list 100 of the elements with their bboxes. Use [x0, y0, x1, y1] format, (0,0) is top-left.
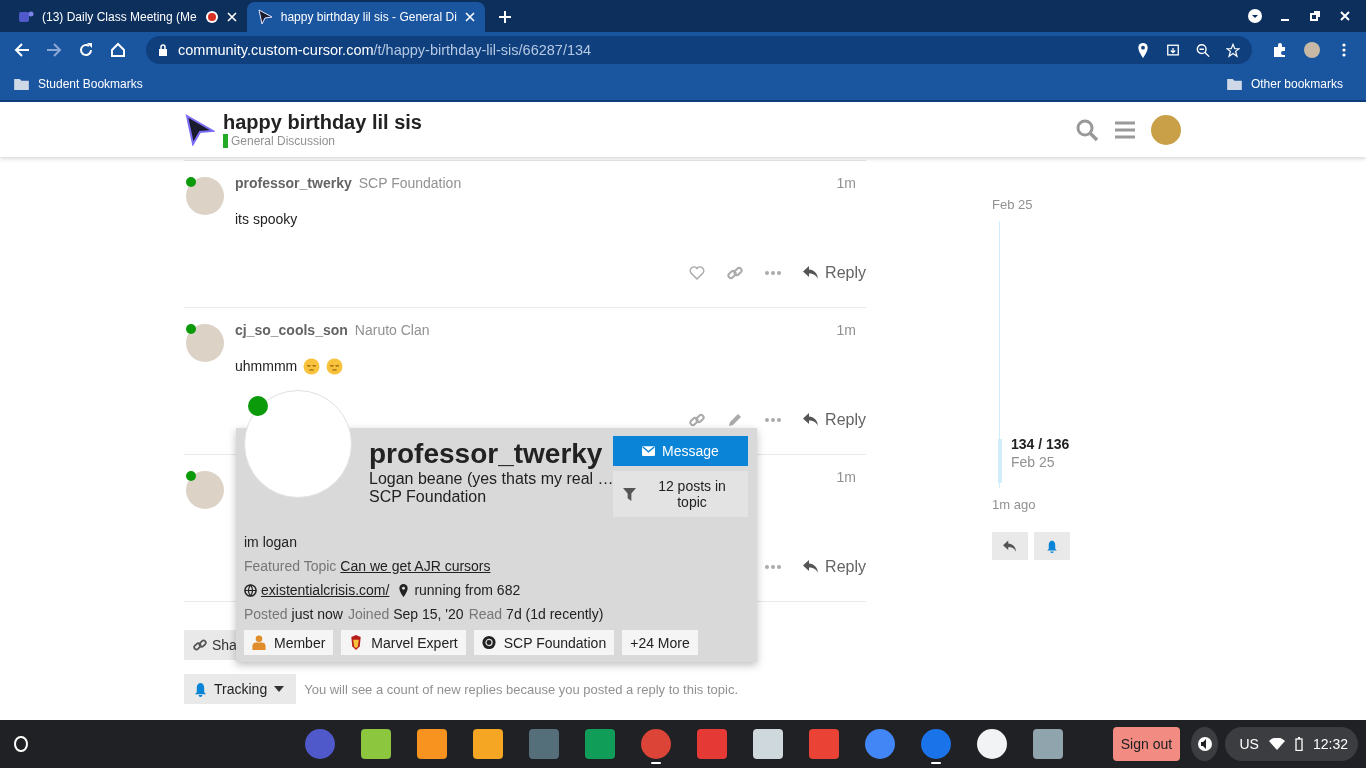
address-bar[interactable]: community.custom-cursor.com/t/happy-birthday-lil-sis/66287/134	[146, 36, 1252, 64]
reply-icon	[803, 413, 820, 427]
app-icon[interactable]	[752, 729, 783, 759]
lock-icon	[158, 44, 168, 56]
tab-search-icon[interactable]	[1248, 9, 1262, 23]
caret-icon	[274, 686, 285, 692]
timeline-handle[interactable]	[998, 439, 1002, 483]
stat-value: Sep 15, '20	[393, 606, 464, 622]
username[interactable]: professor_twerky	[235, 175, 352, 191]
post-text: uhmmmm	[235, 358, 298, 374]
bookmark-folder[interactable]: Student Bookmarks	[14, 77, 143, 91]
featured-label: Featured Topic	[244, 558, 337, 574]
tab-title: happy birthday lil sis - General Di	[280, 10, 457, 24]
pensive-face-icon	[303, 357, 321, 375]
folder-icon	[14, 78, 29, 90]
username[interactable]: cj_so_cools_son	[235, 322, 348, 338]
reply-button[interactable]	[992, 532, 1028, 560]
share-button[interactable]: Sha	[184, 630, 237, 660]
close-icon[interactable]	[464, 12, 475, 22]
select-to-speak-icon[interactable]	[1191, 727, 1219, 761]
puzzle-piece-icon[interactable]	[1272, 42, 1288, 58]
user-badge[interactable]: Member	[244, 630, 334, 655]
filter-icon	[623, 487, 636, 501]
reply-button[interactable]: Reply	[803, 554, 866, 580]
tab-title: (13) Daily Class Meeting (Me	[42, 10, 197, 24]
reply-icon	[803, 266, 820, 280]
restore-icon[interactable]	[1308, 9, 1322, 23]
globe-icon	[244, 583, 257, 597]
folder-icon	[1226, 78, 1242, 90]
avatar-placeholder[interactable]	[186, 471, 224, 509]
post-text: its spooky	[235, 211, 298, 227]
user-title: Naruto Clan	[354, 322, 430, 338]
featured-topic-link[interactable]: Can we get AJR cursors	[340, 558, 491, 574]
avatar-placeholder[interactable]	[186, 324, 224, 362]
stat-label: Posted	[244, 606, 288, 622]
reply-icon	[1003, 539, 1017, 553]
app-icon[interactable]	[1032, 729, 1063, 759]
app-icon[interactable]	[472, 729, 503, 759]
new-tab-icon[interactable]	[498, 11, 511, 23]
pensive-face-icon	[326, 357, 344, 375]
close-icon[interactable]	[1338, 9, 1352, 23]
message-button[interactable]: Message	[613, 436, 748, 466]
browser-tab[interactable]: happy birthday lil sis - General Di	[246, 2, 485, 32]
wifi-icon	[1268, 738, 1285, 750]
zoom-icon[interactable]	[1196, 42, 1210, 58]
clock: 12:32	[1312, 736, 1348, 752]
notification-button[interactable]	[1034, 532, 1070, 560]
stat-value: just now	[291, 606, 343, 622]
battery-icon	[1294, 737, 1303, 751]
reply-button[interactable]: Reply	[803, 260, 866, 286]
tracking-dropdown[interactable]: Tracking	[184, 674, 297, 704]
avatar-placeholder[interactable]	[186, 177, 224, 215]
envelope-icon	[642, 446, 656, 456]
app-icon[interactable]	[976, 729, 1007, 759]
app-icon[interactable]	[416, 729, 447, 759]
location-pin-icon[interactable]	[1136, 42, 1150, 58]
stat-label: Read	[468, 606, 503, 622]
website-link[interactable]: existentialcrisis.com/	[261, 582, 390, 598]
card-username[interactable]: professor_twerky	[369, 438, 613, 470]
sign-out-button[interactable]: Sign out	[1112, 727, 1181, 761]
emblem-icon	[481, 635, 496, 650]
user-title: SCP Foundation	[358, 175, 462, 191]
user-badge[interactable]: +24 More	[622, 630, 698, 655]
person-icon	[252, 635, 266, 650]
close-icon[interactable]	[226, 12, 237, 22]
star-icon[interactable]	[1226, 42, 1240, 58]
forward-icon[interactable]	[46, 42, 62, 58]
launcher-icon[interactable]	[14, 736, 28, 752]
post-position: 134 / 136	[1011, 436, 1070, 452]
reply-button[interactable]: Reply	[803, 407, 866, 433]
filter-posts-button[interactable]: 12 posts in topic	[613, 471, 748, 517]
url-text: community.custom-cursor.com/t/happy-birthday-lil-sis/66287/134	[178, 42, 592, 58]
back-icon[interactable]	[14, 42, 30, 58]
user-badge[interactable]: Marvel Expert	[341, 630, 466, 655]
helmet-icon	[349, 635, 364, 650]
user-title: SCP Foundation	[369, 488, 488, 506]
user-location: running from 682	[414, 582, 521, 598]
bookmark-folder[interactable]: Other bookmarks	[1226, 77, 1343, 91]
cursor-logo-icon[interactable]	[185, 113, 215, 146]
tracking-reason: You will see a count of new replies because you posted a reply to this topic.	[304, 681, 738, 697]
bell-icon	[194, 681, 207, 697]
reply-icon	[803, 560, 820, 574]
user-bio: im logan	[244, 534, 298, 550]
cursor-logo-icon	[256, 9, 273, 25]
browser-tab[interactable]: (13) Daily Class Meeting (Me	[8, 2, 247, 32]
full-name: Logan beane (yes thats my real …	[369, 470, 613, 488]
status-tray[interactable]: US 12:32	[1225, 727, 1358, 761]
input-method: US	[1239, 736, 1259, 752]
home-icon[interactable]	[110, 42, 126, 58]
topic-title[interactable]: happy birthday lil sis	[223, 111, 422, 134]
post-date: Feb 25	[1011, 454, 1056, 470]
install-icon[interactable]	[1166, 42, 1180, 58]
user-badge[interactable]: SCP Foundation	[473, 630, 615, 655]
location-pin-icon	[397, 583, 411, 597]
reload-icon[interactable]	[78, 42, 94, 58]
bell-icon	[1045, 539, 1059, 553]
search-icon[interactable]	[1075, 117, 1099, 142]
profile-avatar-icon[interactable]	[1304, 42, 1320, 58]
app-icon[interactable]	[360, 729, 391, 759]
link-icon	[193, 638, 207, 652]
